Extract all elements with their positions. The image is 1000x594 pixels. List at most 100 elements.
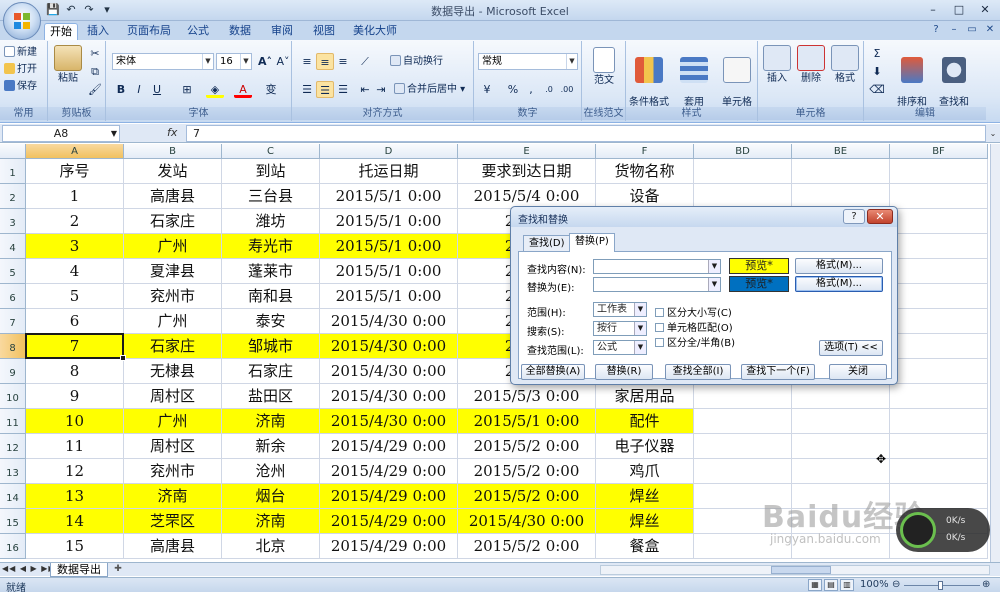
cell-f16[interactable]: 餐盒 bbox=[596, 534, 694, 559]
minimize-button[interactable]: – bbox=[920, 1, 946, 18]
cell-a14[interactable]: 13 bbox=[26, 484, 124, 509]
decrease-decimal-icon[interactable]: .00 bbox=[558, 81, 576, 98]
row-header[interactable]: 15 bbox=[0, 509, 26, 534]
tab-home[interactable]: 开始 bbox=[44, 23, 78, 40]
cell-b14[interactable]: 济南 bbox=[124, 484, 222, 509]
options-button[interactable]: 选项(T) << bbox=[819, 340, 883, 356]
autosum-icon[interactable]: Σ bbox=[868, 45, 886, 62]
cell-bd1[interactable] bbox=[694, 159, 792, 184]
row-header[interactable]: 11 bbox=[0, 409, 26, 434]
fx-icon[interactable]: fx bbox=[167, 126, 177, 139]
cut-icon[interactable]: ✂ bbox=[86, 45, 104, 62]
replace-input[interactable]: ▼ bbox=[593, 277, 721, 292]
close-icon[interactable]: ✕ bbox=[982, 23, 998, 37]
cell-bf11[interactable] bbox=[890, 409, 988, 434]
percent-icon[interactable]: % bbox=[504, 81, 522, 98]
cell-d7[interactable]: 2015/4/30 0:00 bbox=[320, 309, 458, 334]
find-input[interactable]: ▼ bbox=[593, 259, 721, 274]
dialog-help-button[interactable]: ? bbox=[843, 209, 865, 224]
delete-cells-button[interactable]: 删除 bbox=[796, 45, 826, 85]
cell-a7[interactable]: 6 bbox=[26, 309, 124, 334]
cell-f1[interactable]: 货物名称 bbox=[596, 159, 694, 184]
cell-f13[interactable]: 鸡爪 bbox=[596, 459, 694, 484]
cell-b7[interactable]: 广州 bbox=[124, 309, 222, 334]
tab-view[interactable]: 视图 bbox=[308, 23, 340, 40]
expand-formula-icon[interactable]: ⌄ bbox=[987, 126, 999, 141]
row-header[interactable]: 12 bbox=[0, 434, 26, 459]
cell-a1[interactable]: 序号 bbox=[26, 159, 124, 184]
column-header-b[interactable]: B bbox=[124, 144, 222, 159]
cell-bf3[interactable] bbox=[890, 209, 988, 234]
row-header[interactable]: 8 bbox=[0, 334, 26, 359]
row-header[interactable]: 7 bbox=[0, 309, 26, 334]
tab-page-layout[interactable]: 页面布局 bbox=[124, 23, 174, 40]
copy-icon[interactable]: ⧉ bbox=[86, 63, 104, 80]
cell-f10[interactable]: 家居用品 bbox=[596, 384, 694, 409]
column-header-c[interactable]: C bbox=[222, 144, 320, 159]
cell-c10[interactable]: 盐田区 bbox=[222, 384, 320, 409]
dialog-close-button[interactable]: ✕ bbox=[867, 209, 893, 224]
zoom-knob[interactable] bbox=[938, 581, 943, 590]
cell-a12[interactable]: 11 bbox=[26, 434, 124, 459]
cell-a4[interactable]: 3 bbox=[26, 234, 124, 259]
cell-e13[interactable]: 2015/5/2 0:00 bbox=[458, 459, 596, 484]
conditional-format-button[interactable]: 条件格式 bbox=[628, 45, 670, 109]
cell-f11[interactable]: 配件 bbox=[596, 409, 694, 434]
restore-icon[interactable]: ▭ bbox=[964, 23, 980, 37]
format-cells-button[interactable]: 格式 bbox=[830, 45, 860, 85]
normal-view-icon[interactable]: ▦ bbox=[808, 579, 822, 591]
cell-b8[interactable]: 石家庄 bbox=[124, 334, 222, 359]
row-header[interactable]: 14 bbox=[0, 484, 26, 509]
row-header[interactable]: 3 bbox=[0, 209, 26, 234]
cell-e1[interactable]: 要求到达日期 bbox=[458, 159, 596, 184]
office-button[interactable] bbox=[3, 2, 41, 40]
cell-c8[interactable]: 邹城市 bbox=[222, 334, 320, 359]
column-header-f[interactable]: F bbox=[596, 144, 694, 159]
increase-decimal-icon[interactable]: .0 bbox=[540, 81, 558, 98]
dialog-close-action-button[interactable]: 关闭 bbox=[829, 364, 887, 380]
row-header[interactable]: 16 bbox=[0, 534, 26, 559]
cell-bf10[interactable] bbox=[890, 384, 988, 409]
cell-b5[interactable]: 夏津县 bbox=[124, 259, 222, 284]
row-header[interactable]: 1 bbox=[0, 159, 26, 184]
orientation-icon[interactable]: ⟋ bbox=[356, 53, 374, 70]
chevron-down-icon[interactable]: ▼ bbox=[708, 260, 720, 273]
font-name-combo[interactable]: 宋体 ▼ bbox=[112, 53, 214, 70]
cell-a16[interactable]: 15 bbox=[26, 534, 124, 559]
clear-icon[interactable]: ⌫ bbox=[868, 81, 886, 98]
align-center-icon[interactable]: ☰ bbox=[316, 81, 334, 98]
cell-d8[interactable]: 2015/4/30 0:00 bbox=[320, 334, 458, 359]
cell-d10[interactable]: 2015/4/30 0:00 bbox=[320, 384, 458, 409]
close-button[interactable]: ✕ bbox=[972, 1, 998, 18]
cell-b4[interactable]: 广州 bbox=[124, 234, 222, 259]
cell-b3[interactable]: 石家庄 bbox=[124, 209, 222, 234]
wrap-text-button[interactable]: 自动换行 bbox=[390, 54, 443, 69]
column-header-a[interactable]: A bbox=[26, 144, 124, 159]
cell-b10[interactable]: 周村区 bbox=[124, 384, 222, 409]
bold-icon[interactable]: B bbox=[112, 81, 130, 98]
cell-bf9[interactable] bbox=[890, 359, 988, 384]
cell-d11[interactable]: 2015/4/30 0:00 bbox=[320, 409, 458, 434]
font-color-icon[interactable]: A bbox=[234, 81, 252, 98]
row-header[interactable]: 2 bbox=[0, 184, 26, 209]
cell-be1[interactable] bbox=[792, 159, 890, 184]
currency-icon[interactable]: ¥ bbox=[478, 81, 496, 98]
zoom-in-icon[interactable]: ⊕ bbox=[982, 579, 990, 590]
replace-format-button[interactable]: 格式(M)... bbox=[795, 276, 883, 292]
cell-d14[interactable]: 2015/4/29 0:00 bbox=[320, 484, 458, 509]
cell-d2[interactable]: 2015/5/1 0:00 bbox=[320, 184, 458, 209]
find-next-button[interactable]: 查找下一个(F) bbox=[741, 364, 815, 380]
cell-bf6[interactable] bbox=[890, 284, 988, 309]
tab-review[interactable]: 审阅 bbox=[266, 23, 298, 40]
fill-color-icon[interactable]: ◈ bbox=[206, 81, 224, 98]
cell-a11[interactable]: 10 bbox=[26, 409, 124, 434]
cell-e12[interactable]: 2015/5/2 0:00 bbox=[458, 434, 596, 459]
column-header-bf[interactable]: BF bbox=[890, 144, 988, 159]
merge-center-button[interactable]: 合并后居中 ▾ bbox=[394, 82, 465, 97]
cell-b15[interactable]: 芝罘区 bbox=[124, 509, 222, 534]
cell-d12[interactable]: 2015/4/29 0:00 bbox=[320, 434, 458, 459]
phonetic-icon[interactable]: 变 bbox=[262, 81, 280, 98]
align-right-icon[interactable]: ☰ bbox=[334, 81, 352, 98]
comma-icon[interactable]: , bbox=[522, 81, 540, 98]
cell-be10[interactable] bbox=[792, 384, 890, 409]
